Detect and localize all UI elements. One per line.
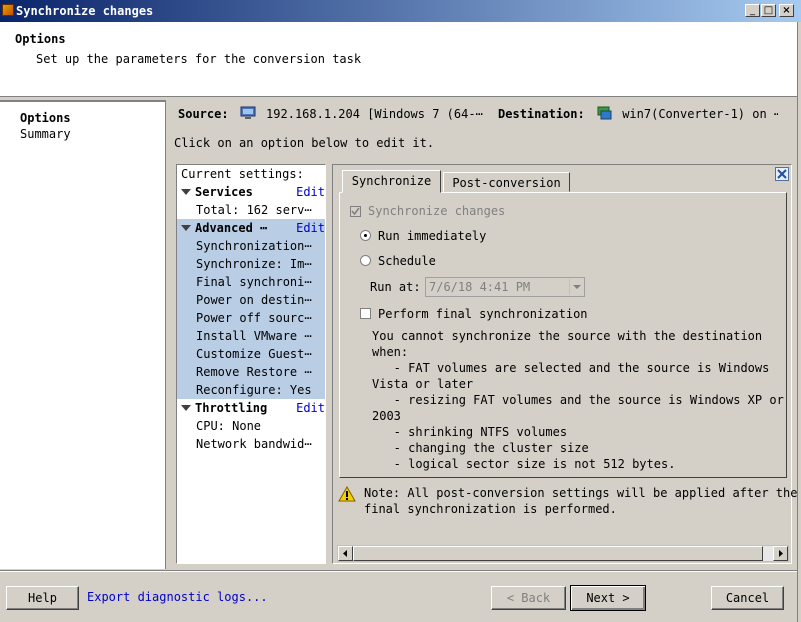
final-synchronization-checkbox[interactable] bbox=[360, 308, 371, 319]
group-services-label: Services bbox=[195, 185, 253, 199]
list-item[interactable]: Synchronize: Im⋯ bbox=[177, 255, 325, 273]
nav-item-summary[interactable]: Summary bbox=[20, 127, 71, 141]
tab-post-conversion[interactable]: Post-conversion bbox=[443, 172, 570, 192]
list-item[interactable]: Customize Guest⋯ bbox=[177, 345, 325, 363]
monitor-icon bbox=[240, 106, 256, 119]
list-item[interactable]: Power on destin⋯ bbox=[177, 291, 325, 309]
source-destination-bar: Source: 192.168.1.204 [Windows 7 (64-⋯ D… bbox=[178, 106, 778, 126]
close-icon bbox=[777, 169, 787, 179]
run-immediately-radio[interactable] bbox=[360, 230, 371, 241]
collapse-triangle-icon[interactable] bbox=[181, 189, 191, 195]
group-throttling[interactable]: Throttling Edit bbox=[177, 399, 325, 417]
list-item[interactable]: Power off sourc⋯ bbox=[177, 309, 325, 327]
chevron-down-icon[interactable] bbox=[569, 279, 583, 295]
group-throttling-label: Throttling bbox=[195, 401, 268, 415]
list-item[interactable]: Reconfigure: Yes bbox=[177, 381, 325, 399]
synchronize-changes-label: Synchronize changes bbox=[368, 204, 506, 218]
checkmark-icon bbox=[351, 207, 360, 216]
minimize-button[interactable]: _ bbox=[745, 4, 760, 17]
next-button[interactable]: Next > bbox=[570, 585, 646, 611]
scroll-right-button[interactable] bbox=[773, 546, 788, 561]
group-advanced-label: Advanced ⋯ bbox=[195, 221, 268, 235]
schedule-label: Schedule bbox=[378, 254, 436, 268]
close-panel-button[interactable] bbox=[775, 167, 789, 181]
services-edit-link[interactable]: Edit bbox=[296, 183, 325, 201]
nav-item-options[interactable]: Options bbox=[20, 111, 71, 125]
throttling-edit-link[interactable]: Edit bbox=[296, 399, 325, 417]
group-services[interactable]: Services Edit bbox=[177, 183, 325, 201]
list-item[interactable]: Final synchroni⋯ bbox=[177, 273, 325, 291]
arrow-right-icon bbox=[779, 550, 783, 557]
source-label: Source: bbox=[178, 107, 229, 121]
close-window-button[interactable]: × bbox=[779, 4, 794, 17]
app-icon bbox=[2, 4, 14, 16]
wizard-nav: Options Summary bbox=[0, 100, 166, 569]
run-at-value: 7/6/18 4:41 PM bbox=[429, 280, 531, 294]
cancel-button[interactable]: Cancel bbox=[711, 586, 784, 610]
virtual-machine-icon bbox=[597, 106, 612, 120]
collapse-triangle-icon[interactable] bbox=[181, 405, 191, 411]
back-button[interactable]: < Back bbox=[491, 586, 566, 610]
collapse-triangle-icon[interactable] bbox=[181, 225, 191, 231]
group-advanced[interactable]: Advanced ⋯ Edit bbox=[177, 219, 325, 237]
list-item[interactable]: Install VMware ⋯ bbox=[177, 327, 325, 345]
settings-list: Current settings: Services Edit Total: 1… bbox=[176, 164, 326, 564]
window-edge bbox=[797, 22, 801, 622]
export-diagnostic-logs-link[interactable]: Export diagnostic logs... bbox=[87, 590, 268, 604]
warning-icon bbox=[338, 486, 356, 502]
run-immediately-label: Run immediately bbox=[378, 229, 487, 243]
list-item[interactable]: Remove Restore ⋯ bbox=[177, 363, 325, 381]
arrow-left-icon bbox=[343, 550, 347, 557]
synchronization-restrictions-text: You cannot synchronize the source with t… bbox=[372, 329, 784, 471]
page-subtitle: Set up the parameters for the conversion… bbox=[36, 52, 362, 66]
run-at-label: Run at: bbox=[370, 280, 421, 294]
page-header: Options Set up the parameters for the co… bbox=[0, 22, 797, 97]
window-title: Synchronize changes bbox=[16, 4, 154, 18]
post-conversion-note: Note: All post-conversion settings will … bbox=[364, 486, 798, 516]
tab-synchronize[interactable]: Synchronize bbox=[342, 170, 441, 193]
destination-value: win7(Converter-1) on ⋯ bbox=[622, 107, 778, 121]
list-item[interactable]: Synchronization⋯ bbox=[177, 237, 325, 255]
page-title: Options bbox=[15, 32, 66, 46]
maximize-button[interactable]: □ bbox=[761, 4, 776, 17]
footer-separator bbox=[0, 570, 797, 572]
run-at-datetime-picker[interactable]: 7/6/18 4:41 PM bbox=[425, 277, 585, 297]
scroll-left-button[interactable] bbox=[338, 546, 353, 561]
horizontal-scrollbar[interactable] bbox=[337, 545, 789, 562]
final-synchronization-label: Perform final synchronization bbox=[378, 307, 588, 321]
scrollbar-thumb[interactable] bbox=[353, 546, 763, 561]
advanced-edit-link[interactable]: Edit bbox=[296, 219, 325, 237]
destination-label: Destination: bbox=[498, 107, 585, 121]
edit-hint: Click on an option below to edit it. bbox=[174, 136, 435, 150]
list-item[interactable]: Total: 162 serv⋯ bbox=[177, 201, 325, 219]
settings-header: Current settings: bbox=[181, 167, 304, 181]
help-button[interactable]: Help bbox=[6, 586, 79, 610]
list-item[interactable]: CPU: None bbox=[177, 417, 325, 435]
title-bar: Synchronize changes _ □ × bbox=[0, 0, 801, 22]
schedule-radio[interactable] bbox=[360, 255, 371, 266]
synchronize-changes-checkbox[interactable] bbox=[350, 206, 361, 217]
list-item[interactable]: Network bandwid⋯ bbox=[177, 435, 325, 453]
source-value: 192.168.1.204 [Windows 7 (64-⋯ bbox=[266, 107, 483, 121]
